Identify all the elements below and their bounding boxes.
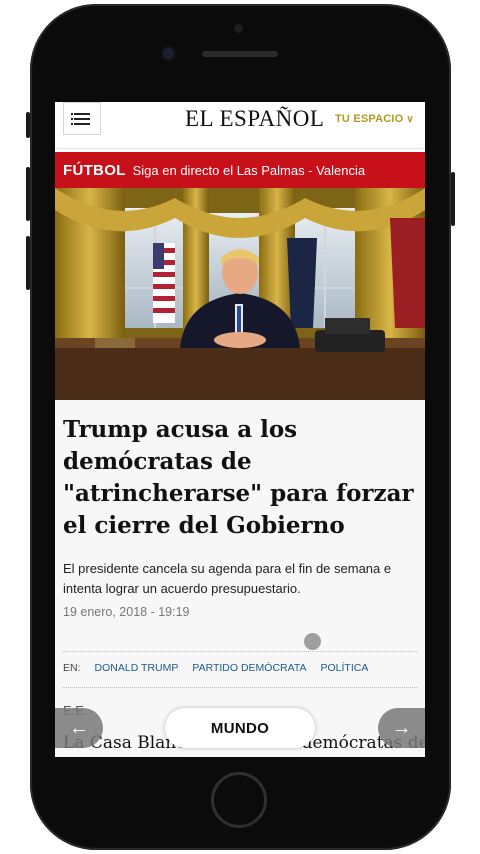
top-bar: EL ESPAÑOL TU ESPACIO ∨ <box>55 102 425 149</box>
arrow-right-icon: → <box>391 716 412 739</box>
earpiece-speaker <box>202 51 278 57</box>
tag-list: EN: DONALD TRUMP PARTIDO DEMÓCRATA POLÍT… <box>63 662 368 674</box>
hero-photo <box>55 188 425 400</box>
tags-label: EN: <box>63 662 81 674</box>
volume-up-button <box>26 167 30 221</box>
volume-down-button <box>26 236 30 290</box>
section-button[interactable]: MUNDO <box>165 708 315 748</box>
ticker-text: Siga en directo el Las Palmas - Valencia <box>132 162 366 178</box>
tag-donald-trump[interactable]: DONALD TRUMP <box>95 662 179 674</box>
article-summary: El presidente cancela su agenda para el … <box>63 561 392 596</box>
arrow-left-icon: ← <box>69 716 89 739</box>
live-ticker[interactable]: FÚTBOL Siga en directo el Las Palmas - V… <box>55 152 425 188</box>
tu-espacio-dropdown[interactable]: TU ESPACIO ∨ <box>335 113 414 125</box>
chevron-down-icon: ∨ <box>406 114 414 125</box>
site-logo[interactable]: EL ESPAÑOL <box>185 106 324 132</box>
hamburger-icon <box>71 112 90 115</box>
article-date: 19 enero, 2018 - 19:19 <box>63 605 190 619</box>
hero-photo-illustration <box>55 188 425 400</box>
mute-switch <box>26 112 30 138</box>
menu-button[interactable] <box>63 102 101 135</box>
previous-article-button[interactable]: ← <box>55 708 103 748</box>
power-button <box>451 172 455 226</box>
scroll-indicator[interactable] <box>304 633 321 650</box>
tag-partido-democrata[interactable]: PARTIDO DEMÓCRATA <box>192 662 306 674</box>
front-camera <box>163 48 174 59</box>
divider <box>63 687 417 688</box>
proximity-sensor <box>234 24 243 33</box>
article-card[interactable]: Trump acusa a los demócratas de "atrinch… <box>55 400 425 757</box>
app-screen: EL ESPAÑOL TU ESPACIO ∨ FÚTBOL Siga en di… <box>55 102 425 757</box>
article-headline[interactable]: Trump acusa a los demócratas de "atrinch… <box>63 414 421 542</box>
home-button[interactable] <box>211 772 267 828</box>
next-article-button[interactable]: → <box>378 708 425 748</box>
divider <box>63 651 417 652</box>
tu-espacio-label: TU ESPACIO <box>335 113 404 125</box>
tag-politica[interactable]: POLÍTICA <box>321 662 369 674</box>
ticker-tag: FÚTBOL <box>63 161 126 179</box>
